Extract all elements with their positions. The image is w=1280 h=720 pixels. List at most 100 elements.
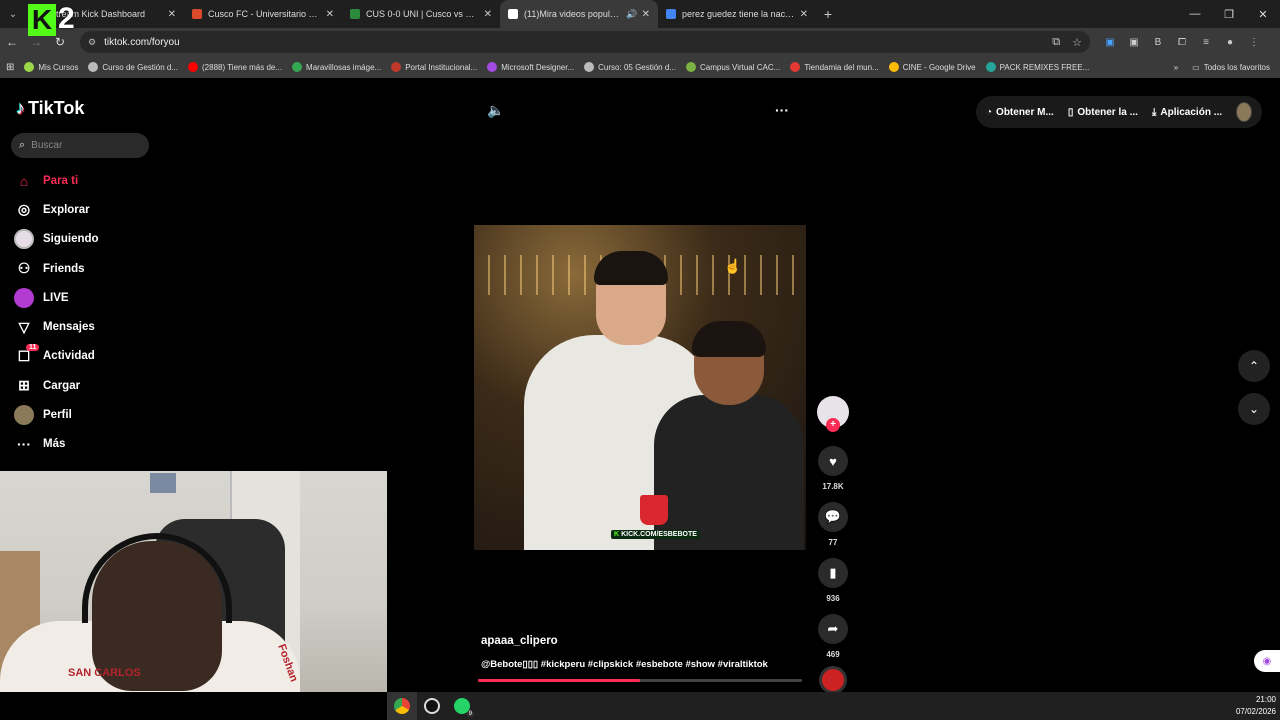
taskbar-clock[interactable]: 21:00 07/02/2026: [1236, 694, 1276, 718]
volume-icon[interactable]: 🔈: [487, 102, 504, 119]
sidebar-item-cargar[interactable]: ⊞ Cargar: [14, 371, 174, 400]
bookmark-item[interactable]: Curso: 05 Gestión d...: [584, 62, 676, 72]
profile-icon[interactable]: ●: [1218, 31, 1242, 53]
install-app-icon[interactable]: ⧉: [1052, 36, 1060, 49]
tab-search-button[interactable]: ⌄: [0, 0, 26, 28]
sidebar-item-más[interactable]: ··· Más: [14, 430, 174, 459]
sidebar-item-label: Actividad: [43, 350, 95, 363]
next-video-button[interactable]: ⌄: [1238, 393, 1270, 425]
follow-plus-icon[interactable]: +: [826, 418, 840, 432]
bookmark-label: Tiendamia del mun...: [804, 62, 879, 72]
comment-icon[interactable]: 💬: [818, 502, 848, 532]
video-author[interactable]: apaaa_clipero: [481, 635, 558, 647]
search-box[interactable]: ⌕: [11, 133, 149, 158]
search-input[interactable]: [31, 140, 132, 151]
bookmark-item[interactable]: Microsoft Designer...: [487, 62, 574, 72]
browser-menu-icon[interactable]: ⋮: [1242, 31, 1266, 53]
bookmark-icon[interactable]: ▮: [818, 558, 848, 588]
home-icon: ⌂: [19, 172, 29, 189]
sidebar-item-perfil[interactable]: Perfil: [14, 400, 174, 429]
creator-avatar[interactable]: +: [817, 396, 849, 432]
minimize-icon[interactable]: —: [1178, 0, 1212, 28]
bookmark-item[interactable]: Campus Virtual CAC...: [685, 62, 780, 72]
tab-title: (11)Mira videos populares: [524, 9, 623, 19]
video-red-cup: [640, 495, 668, 525]
tiktok-logo[interactable]: ♪ TikTok: [16, 98, 84, 119]
sidebar-item-siguiendo[interactable]: Siguiendo: [14, 225, 174, 254]
share-action[interactable]: ➦ 469: [815, 614, 851, 660]
sidebar-item-actividad[interactable]: ☐ Actividad 11: [14, 342, 174, 371]
bookmark-item[interactable]: CINE - Google Drive: [888, 62, 976, 72]
heart-icon[interactable]: ♥: [818, 446, 848, 476]
bookmark-favicon-icon: [888, 62, 899, 72]
search-icon[interactable]: ⌕: [19, 139, 25, 152]
browser-tab[interactable]: CUS 0-0 UNI | Cusco vs Univers ✕: [342, 0, 500, 28]
sidebar-item-label: Siguiendo: [43, 233, 99, 246]
music-disc-icon[interactable]: [819, 666, 847, 694]
url-text[interactable]: tiktok.com/foryou: [104, 37, 1040, 48]
taskbar-chrome[interactable]: [387, 692, 417, 720]
bookmark-favicon-icon: [292, 62, 303, 72]
bookmark-item[interactable]: Maravillosas imáge...: [292, 62, 381, 72]
following-avatar-icon: [14, 229, 34, 250]
like-action[interactable]: ♥ 17.8K: [815, 446, 851, 492]
close-tab-icon[interactable]: ✕: [326, 9, 334, 20]
new-tab-button[interactable]: +: [816, 0, 840, 28]
share-icon[interactable]: ➦: [818, 614, 848, 644]
sidebar-item-mensajes[interactable]: ▽ Mensajes: [14, 312, 174, 341]
close-tab-icon[interactable]: ✕: [484, 9, 492, 20]
media-controls-icon[interactable]: ≡: [1194, 31, 1218, 53]
comment-action[interactable]: 💬 77: [815, 502, 851, 548]
taskbar-obs[interactable]: [417, 692, 447, 720]
video-caption[interactable]: @Bebote▯▯▯ #kickperu #clipskick #esbebot…: [481, 659, 768, 670]
omnibox[interactable]: ⚙ tiktok.com/foryou ⧉ ☆: [80, 31, 1090, 53]
floating-extension-chip[interactable]: ◉: [1254, 650, 1280, 672]
browser-tab[interactable]: Cusco FC - Universitario de Dep ✕: [184, 0, 342, 28]
close-tab-icon[interactable]: ✕: [168, 9, 176, 20]
bookmark-star-icon[interactable]: ☆: [1072, 36, 1082, 49]
browser-tab[interactable]: perez guedez tiene la nacionali ✕: [658, 0, 816, 28]
bookmark-item[interactable]: Tiendamia del mun...: [790, 62, 879, 72]
video-progress-bar[interactable]: [478, 679, 802, 682]
restore-icon[interactable]: ❐: [1212, 0, 1246, 28]
extension-icon[interactable]: ▣: [1098, 31, 1122, 53]
taskbar-whatsapp[interactable]: 9: [447, 692, 477, 720]
bookmark-item[interactable]: Mis Cursos: [24, 62, 78, 72]
bookmark-item[interactable]: Portal Institucional...: [391, 62, 477, 72]
video-player[interactable]: K KICK.COM/ESBEBOTE: [474, 225, 806, 550]
all-bookmarks[interactable]: » ▭ Todos los favoritos: [1174, 63, 1270, 72]
apps-grid-icon[interactable]: ⊞: [6, 62, 14, 73]
extension-icon[interactable]: B: [1146, 31, 1170, 53]
close-window-icon[interactable]: ✕: [1246, 0, 1280, 28]
bookmark-item[interactable]: Curso de Gestión d...: [88, 62, 178, 72]
previous-video-button[interactable]: ⌃: [1238, 350, 1270, 382]
sidebar-item-para-ti[interactable]: ⌂ Para ti: [14, 166, 174, 195]
bookmark-list: Mis Cursos Curso de Gestión d... (2888) Ti…: [24, 62, 1099, 72]
bookmark-favicon-icon: [88, 62, 99, 72]
chevron-right-icon[interactable]: »: [1174, 63, 1178, 72]
download-icon: ⤓: [1151, 106, 1157, 118]
browser-tab[interactable]: (11)Mira videos populares 🔊 ✕: [500, 0, 658, 28]
top-action-item[interactable]: ▯ Obtener la ...: [1068, 107, 1138, 118]
bookmark-item[interactable]: (2888) Tiene más de...: [188, 62, 282, 72]
site-info-icon[interactable]: ⚙: [88, 37, 96, 48]
close-tab-icon[interactable]: ✕: [800, 9, 808, 20]
top-action-item[interactable]: ◔ Obtener M...: [986, 107, 1054, 118]
back-button[interactable]: ←: [0, 28, 24, 56]
taskbar: 9 21:00 07/02/2026: [387, 692, 1280, 720]
close-tab-icon[interactable]: ✕: [642, 9, 650, 20]
audio-playing-icon[interactable]: 🔊: [626, 9, 637, 20]
save-action[interactable]: ▮ 936: [815, 558, 851, 604]
tiktok-app: ♪ TikTok ⌕ ⌂ Para ti ◎ Explorar Siguiend…: [0, 2, 1280, 694]
puzzle-icon[interactable]: ⧠: [1170, 31, 1194, 53]
top-actions-bar: ◔ Obtener M... ▯ Obtener la ... ⤓ Aplicación …: [976, 96, 1262, 128]
sidebar-item-friends[interactable]: ⚇ Friends: [14, 254, 174, 283]
sidebar-item-live[interactable]: LIVE: [14, 283, 174, 312]
more-options-icon[interactable]: ···: [775, 102, 789, 118]
bookmark-item[interactable]: PACK REMIXES FREE...: [985, 62, 1089, 72]
sidebar-item-explorar[interactable]: ◎ Explorar: [14, 195, 174, 224]
top-action-item[interactable]: ⤓ Aplicación ...: [1152, 107, 1222, 118]
extension-icon[interactable]: ▣: [1122, 31, 1146, 53]
user-avatar[interactable]: [1236, 102, 1252, 122]
folder-icon: ▭: [1192, 62, 1200, 72]
